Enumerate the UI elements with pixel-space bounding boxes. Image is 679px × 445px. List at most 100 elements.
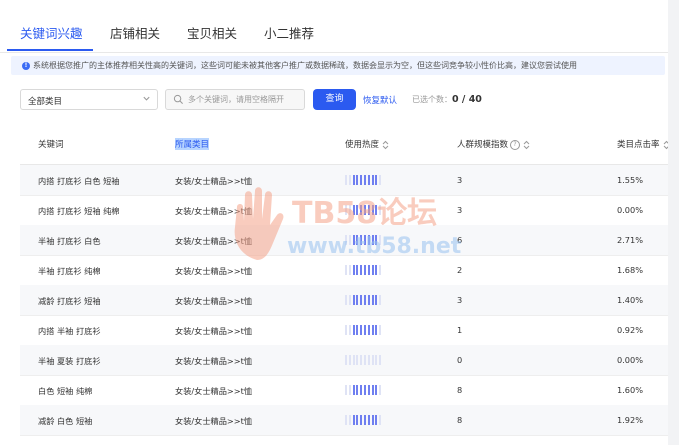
heat-bar	[356, 175, 359, 185]
heat-bar	[371, 235, 374, 245]
tab-staff-recommend[interactable]: 小二推荐	[264, 23, 314, 42]
table-row[interactable]: 半袖 打底衫 白色 女装/女士精品>>t恤 6 2.71%	[20, 225, 668, 256]
heat-bar	[364, 325, 366, 335]
heat-meter	[345, 385, 385, 395]
ctr-cell: 1.68%	[617, 265, 644, 275]
tab-item-related[interactable]: 宝贝相关	[187, 23, 237, 42]
heat-bar	[379, 325, 382, 335]
keyword-cell: 白色 短袖 纯棉	[38, 386, 93, 396]
sort-icon	[382, 140, 389, 149]
info-icon: !	[22, 62, 30, 70]
table-row[interactable]: 内搭 打底衫 白色 短袖 女装/女士精品>>t恤 3 1.55%	[20, 165, 668, 196]
crowd-index-cell: 2	[457, 265, 463, 275]
heat-bar	[352, 235, 355, 245]
heat-bar	[352, 385, 355, 395]
keyword-panel: 关键词兴趣 店铺相关 宝贝相关 小二推荐 ! 系统根据您推广的主体推荐相关性高的…	[0, 0, 668, 445]
crowd-index-cell: 8	[457, 415, 463, 425]
heat-bar	[360, 205, 363, 215]
category-cell: 女装/女士精品>>t恤	[175, 206, 253, 216]
heat-bar	[375, 325, 378, 335]
search-input[interactable]	[188, 92, 298, 107]
heat-bar	[375, 415, 378, 425]
crowd-index-cell: 8	[457, 385, 463, 395]
category-cell: 女装/女士精品>>t恤	[175, 236, 253, 246]
table-row[interactable]: 内搭 打底衫 短袖 纯棉 女装/女士精品>>t恤 3 0.00%	[20, 195, 668, 226]
heat-meter	[345, 235, 385, 245]
crowd-index-cell: 6	[457, 235, 463, 245]
category-cell: 女装/女士精品>>t恤	[175, 176, 253, 186]
category-cell: 女装/女士精品>>t恤	[175, 326, 253, 336]
chevron-down-icon	[143, 96, 150, 101]
category-cell: 女装/女士精品>>t恤	[175, 356, 253, 366]
column-crowd-label: 人群规模指数	[457, 140, 509, 150]
heat-bar	[360, 355, 363, 365]
selected-count-label: 已选个数：	[412, 95, 452, 104]
heat-meter	[345, 415, 385, 425]
heat-bar	[371, 325, 374, 335]
heat-bar	[379, 265, 382, 275]
heat-bar	[356, 205, 359, 215]
keyword-cell: 半袖 打底衫 纯棉	[38, 266, 101, 276]
column-ctr-label: 类目点击率	[617, 140, 660, 150]
search-icon	[173, 94, 183, 104]
column-heat[interactable]: 使用热度	[345, 138, 389, 150]
table-row[interactable]: 内搭 半袖 打底衫 女装/女士精品>>t恤 1 0.92%	[20, 315, 668, 346]
heat-bar	[360, 175, 363, 185]
heat-bar	[375, 175, 378, 185]
category-select-value: 全部类目	[28, 97, 63, 107]
tab-keyword-interest[interactable]: 关键词兴趣	[20, 23, 83, 42]
heat-bar	[360, 325, 363, 335]
table-row[interactable]: 半袖 打底衫 纯棉 女装/女士精品>>t恤 2 1.68%	[20, 255, 668, 286]
table-row[interactable]: 减龄 打底衫 短袖 女装/女士精品>>t恤 3 1.40%	[20, 285, 668, 316]
keyword-cell: 内搭 半袖 打底衫	[38, 326, 101, 336]
heat-bar	[360, 235, 363, 245]
table-header: 关键词 所属类目 使用热度 人群规模指数? 类目点击率	[20, 122, 668, 165]
notice-text: 系统根据您推广的主体推荐相关性高的关键词，这些词可能未被其他客户推广或数据稀疏，…	[33, 61, 577, 70]
heat-bar	[367, 175, 370, 185]
column-ctr[interactable]: 类目点击率	[617, 138, 668, 150]
heat-bar	[345, 415, 347, 425]
heat-bar	[345, 175, 347, 185]
heat-bar	[345, 205, 347, 215]
query-button[interactable]: 查询	[313, 89, 356, 110]
heat-bar	[375, 235, 378, 245]
heat-bar	[348, 265, 351, 275]
keyword-search	[165, 89, 305, 110]
heat-bar	[360, 415, 363, 425]
heat-bar	[375, 265, 378, 275]
column-crowd[interactable]: 人群规模指数?	[457, 138, 530, 150]
heat-bar	[360, 385, 363, 395]
heat-meter	[345, 325, 385, 335]
heat-bar	[348, 175, 351, 185]
heat-bar	[348, 415, 351, 425]
heat-bar	[367, 325, 370, 335]
heat-meter	[345, 265, 385, 275]
ctr-cell: 1.55%	[617, 175, 644, 185]
heat-bar	[352, 415, 355, 425]
heat-bar	[379, 295, 382, 305]
table-row[interactable]: 减龄 白色 短袖 女装/女士精品>>t恤 8 1.92%	[20, 405, 668, 436]
crowd-index-cell: 3	[457, 205, 463, 215]
heat-bar	[379, 415, 382, 425]
column-category: 所属类目	[175, 138, 210, 150]
tab-bar: 关键词兴趣 店铺相关 宝贝相关 小二推荐	[0, 14, 668, 53]
heat-bar	[364, 295, 366, 305]
heat-bar	[371, 175, 374, 185]
heat-bar	[364, 385, 366, 395]
heat-meter	[345, 355, 385, 365]
heat-bar	[345, 325, 347, 335]
tab-shop-related[interactable]: 店铺相关	[110, 23, 160, 42]
heat-bar	[348, 325, 351, 335]
heat-bar	[356, 265, 359, 275]
crowd-index-cell: 3	[457, 295, 463, 305]
heat-bar	[356, 385, 359, 395]
help-icon[interactable]: ?	[510, 139, 521, 150]
heat-bar	[356, 325, 359, 335]
reset-default-link[interactable]: 恢复默认	[363, 94, 397, 106]
crowd-index-cell: 1	[457, 325, 463, 335]
heat-bar	[356, 415, 359, 425]
table-row[interactable]: 白色 短袖 纯棉 女装/女士精品>>t恤 8 1.60%	[20, 375, 668, 406]
table-row[interactable]: 半袖 夏装 打底衫 女装/女士精品>>t恤 0 0.00%	[20, 345, 668, 376]
category-select[interactable]: 全部类目	[20, 89, 158, 110]
heat-meter	[345, 205, 385, 215]
